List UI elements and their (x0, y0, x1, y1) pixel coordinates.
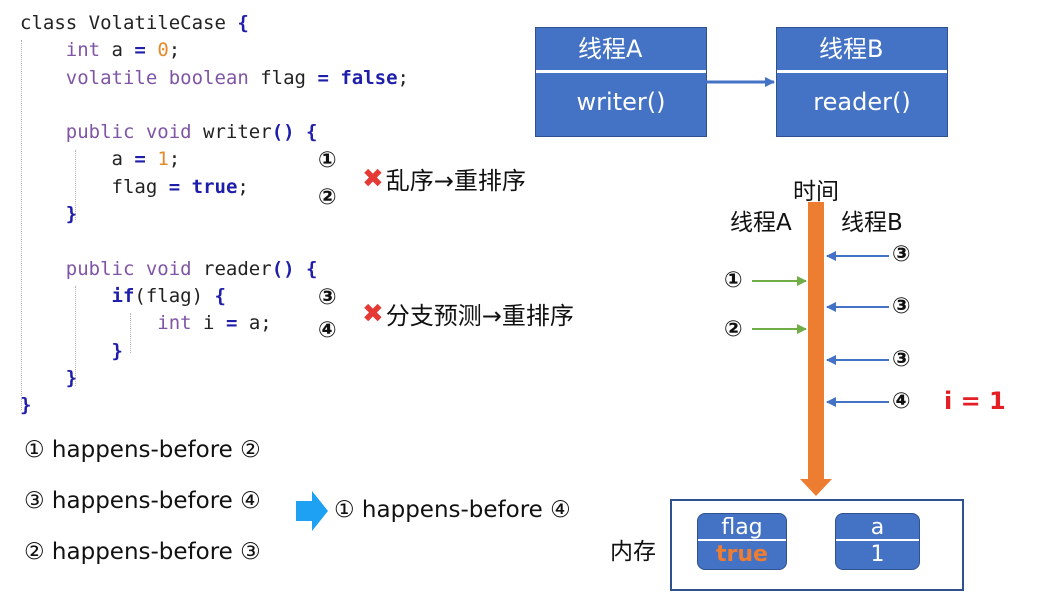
timeline-step-4: ④ (892, 389, 911, 414)
timeline-step-3c: ③ (892, 347, 911, 372)
result-label: i = 1 (944, 387, 1006, 415)
memory-a-value: 1 (870, 542, 885, 567)
timeline-step-2: ② (724, 317, 743, 342)
time-axis-head (800, 479, 832, 496)
memory-cell-a: a 1 (835, 513, 920, 570)
timeline-step-3b: ③ (892, 294, 911, 319)
memory-flag-name: flag (721, 515, 763, 540)
memory-flag-value: true (716, 542, 768, 567)
timeline-title: 时间 (793, 179, 839, 205)
memory-cell-flag: flag true (697, 513, 787, 570)
timeline-step-1: ① (724, 268, 743, 293)
timeline-step-3a: ③ (892, 242, 911, 267)
timeline-thread-b-label: 线程B (841, 210, 903, 236)
time-axis (808, 202, 824, 480)
memory-a-name: a (870, 515, 885, 540)
memory-label: 内存 (610, 539, 656, 565)
timeline-thread-a-label: 线程A (730, 210, 792, 236)
